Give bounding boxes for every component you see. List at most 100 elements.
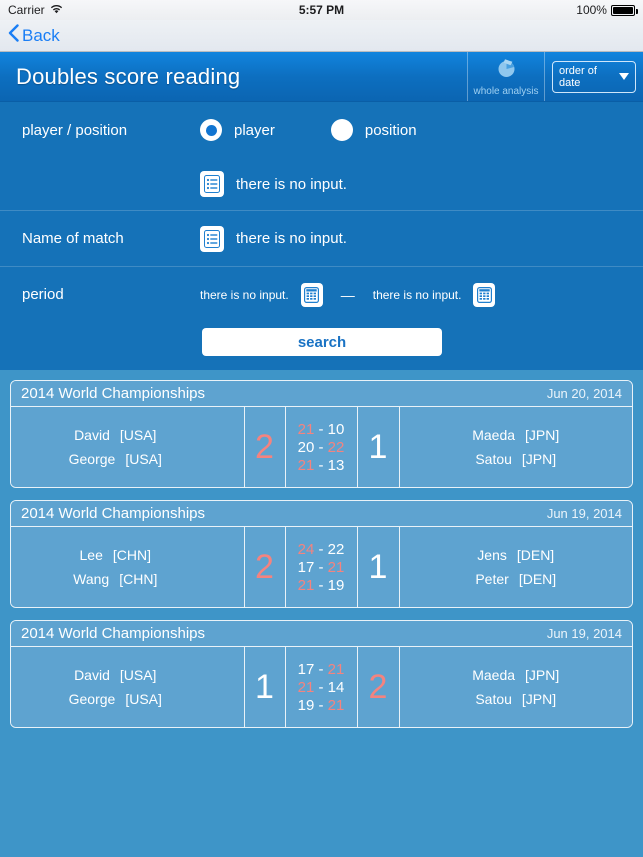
right-games-won: 1 (358, 407, 400, 487)
whole-analysis-button[interactable]: whole analysis (467, 52, 545, 101)
player-position-label: player / position (22, 121, 128, 139)
row-period: period there is no input. — there is no … (0, 266, 643, 322)
player-name: Maeda (472, 667, 516, 683)
player-name: Satou (475, 691, 512, 707)
player-country: [JPN] (525, 667, 560, 683)
status-bar-time: 5:57 PM (298, 3, 345, 17)
match-card[interactable]: 2014 World Championships Jun 19, 2014 Da… (10, 620, 633, 728)
player-name: Jens (477, 547, 507, 563)
set-right-score: 21 (327, 696, 345, 714)
period-to-value[interactable]: there is no input. (373, 288, 462, 302)
name-of-match-field: there is no input. (200, 225, 621, 252)
set-left-score: 20 (297, 438, 315, 456)
chevron-down-icon (619, 73, 629, 80)
match-card[interactable]: 2014 World Championships Jun 19, 2014 Le… (10, 500, 633, 608)
battery-full-icon (610, 4, 638, 16)
set-right-score: 21 (327, 660, 345, 678)
player-country: [DEN] (518, 571, 557, 587)
match-date: Jun 19, 2014 (546, 626, 622, 641)
match-card[interactable]: 2014 World Championships Jun 20, 2014 Da… (10, 380, 633, 488)
name-of-match-value[interactable]: there is no input. (236, 230, 347, 247)
match-card-body: David [USA] George [USA] 1 17 - 21 21 - 1… (11, 647, 632, 727)
player-name: Peter (475, 571, 509, 587)
row-player-input: there is no input. (0, 158, 643, 210)
set-dash: - (314, 660, 328, 678)
player-name: Lee (79, 547, 103, 563)
back-button[interactable]: Back (8, 24, 60, 47)
player-entry: Satou [JPN] (475, 691, 556, 707)
radio-player-label: player (234, 121, 275, 139)
left-games-won: 2 (243, 527, 286, 607)
set-dash: - (314, 696, 328, 714)
left-games-won: 1 (243, 647, 286, 727)
radio-position-dot (330, 119, 353, 141)
player-entry: David [USA] (74, 667, 180, 683)
status-bar: Carrier 5:57 PM 100% (0, 0, 643, 20)
set-score: 21 - 14 (298, 679, 345, 696)
battery-percent-label: 100% (576, 3, 607, 17)
player-input-field: there is no input. (200, 171, 621, 197)
right-team: Maeda [JPN] Satou [JPN] (400, 647, 633, 727)
player-country: [USA] (119, 427, 157, 443)
match-date: Jun 20, 2014 (546, 386, 622, 401)
player-entry: Wang [CHN] (73, 571, 181, 587)
player-country: [CHN] (119, 571, 158, 587)
chevron-left-icon (8, 24, 19, 47)
match-card-header: 2014 World Championships Jun 20, 2014 (11, 381, 632, 407)
set-left-score: 17 (297, 660, 315, 678)
set-score: 19 - 21 (298, 697, 345, 714)
player-entry: Maeda [JPN] (472, 427, 559, 443)
search-button-row: search (0, 322, 643, 356)
list-icon[interactable] (200, 171, 224, 197)
results-list: 2014 World Championships Jun 20, 2014 Da… (0, 370, 643, 728)
list-icon[interactable] (200, 225, 224, 252)
status-bar-left: Carrier (8, 3, 215, 17)
player-country: [JPN] (521, 451, 557, 467)
set-right-score: 14 (327, 678, 345, 696)
set-right-score: 21 (327, 558, 345, 576)
order-select-value: order of date (559, 64, 597, 89)
calendar-icon[interactable] (300, 282, 323, 307)
set-dash: - (314, 576, 328, 594)
set-score: 21 - 13 (298, 457, 345, 474)
match-name: 2014 World Championships (21, 385, 205, 402)
set-right-score: 22 (327, 540, 345, 558)
period-separator: — (340, 286, 355, 303)
radio-player-dot (200, 119, 222, 141)
set-score: 17 - 21 (298, 559, 345, 576)
page-title: Doubles score reading (16, 63, 241, 89)
player-country: [USA] (125, 451, 162, 467)
radio-position[interactable]: position (330, 119, 417, 141)
set-scores: 21 - 10 20 - 22 21 - 13 (286, 407, 358, 487)
player-entry: Jens [DEN] (477, 547, 554, 563)
set-score: 21 - 19 (298, 577, 345, 594)
player-position-field: player position (200, 119, 621, 141)
set-score: 20 - 22 (298, 439, 345, 456)
player-entry: Maeda [JPN] (472, 667, 559, 683)
pie-chart-icon (494, 56, 518, 85)
status-bar-right: 100% (428, 3, 638, 17)
player-position-radio-group: player position (200, 119, 417, 141)
calendar-icon[interactable] (473, 282, 496, 307)
radio-player[interactable]: player (200, 119, 275, 141)
period-from-value[interactable]: there is no input. (200, 288, 289, 302)
player-country: [USA] (119, 667, 157, 683)
player-entry: Lee [CHN] (80, 547, 175, 563)
set-left-score: 21 (297, 678, 315, 696)
search-button[interactable]: search (202, 328, 442, 356)
period-label: period (22, 286, 64, 303)
player-input-value[interactable]: there is no input. (236, 176, 347, 193)
name-of-match-label: Name of match (22, 230, 124, 247)
match-name: 2014 World Championships (21, 505, 205, 522)
set-left-score: 24 (297, 540, 315, 558)
set-dash: - (314, 540, 328, 558)
match-card-body: David [USA] George [USA] 2 21 - 10 20 - 2… (11, 407, 632, 487)
row-player-position: player / position player position (0, 102, 643, 158)
set-left-score: 21 (297, 456, 315, 474)
left-team: David [USA] George [USA] (11, 407, 244, 487)
player-country: [DEN] (516, 547, 555, 563)
order-select[interactable]: order of date (552, 60, 636, 93)
match-card-header: 2014 World Championships Jun 19, 2014 (11, 621, 632, 647)
whole-analysis-label: whole analysis (473, 86, 539, 97)
match-name: 2014 World Championships (21, 625, 205, 642)
